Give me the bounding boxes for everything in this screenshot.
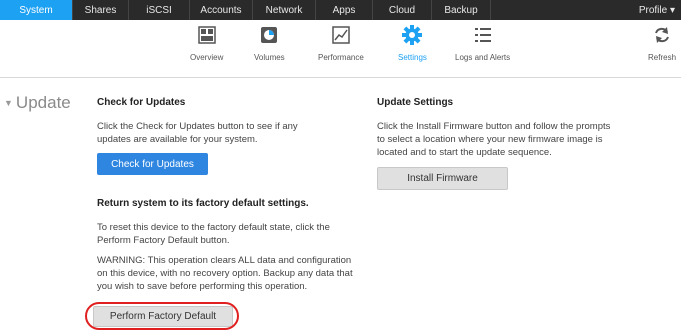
toolbar-performance-label: Performance bbox=[318, 53, 364, 62]
toolbar-volumes[interactable]: Volumes bbox=[254, 24, 285, 62]
logs-icon bbox=[472, 24, 494, 46]
performance-icon bbox=[330, 24, 352, 46]
update-settings-text-2: to select a location where your new firm… bbox=[377, 134, 603, 145]
toolbar-overview[interactable]: Overview bbox=[190, 24, 223, 62]
toolbar-overview-label: Overview bbox=[190, 53, 224, 62]
update-settings-heading: Update Settings bbox=[377, 97, 454, 108]
refresh-icon bbox=[651, 24, 673, 46]
refresh-button[interactable]: Refresh bbox=[648, 24, 676, 62]
factory-reset-warning-2: on this device, with no recovery option.… bbox=[97, 268, 353, 279]
highlight-oval bbox=[85, 302, 239, 330]
factory-reset-heading: Return system to its factory default set… bbox=[97, 198, 309, 209]
tab-cloud[interactable]: Cloud bbox=[373, 0, 432, 20]
update-section-title[interactable]: ▼ Update bbox=[4, 93, 71, 113]
settings-toolbar: Overview Volumes Performance Settings Lo… bbox=[0, 20, 681, 78]
top-nav-bar: System Shares iSCSI Accounts Network App… bbox=[0, 0, 681, 20]
volumes-icon bbox=[258, 24, 280, 46]
update-settings-text-3: located and to start the update sequence… bbox=[377, 147, 552, 158]
profile-menu[interactable]: Profile ▾ bbox=[639, 0, 681, 20]
toolbar-settings[interactable]: Settings bbox=[398, 24, 427, 62]
collapse-arrow-icon: ▼ bbox=[4, 98, 13, 108]
toolbar-volumes-label: Volumes bbox=[254, 53, 285, 62]
factory-reset-text-2: Perform Factory Default button. bbox=[97, 235, 230, 246]
toolbar-logs[interactable]: Logs and Alerts bbox=[455, 24, 510, 62]
tab-apps[interactable]: Apps bbox=[316, 0, 373, 20]
toolbar-logs-label: Logs and Alerts bbox=[455, 53, 511, 62]
factory-reset-warning-3: you wish to save before performing this … bbox=[97, 281, 308, 292]
update-settings-text-1: Click the Install Firmware button and fo… bbox=[377, 121, 611, 132]
check-updates-text-1: Click the Check for Updates button to se… bbox=[97, 121, 298, 132]
overview-icon bbox=[196, 24, 218, 46]
toolbar-performance[interactable]: Performance bbox=[318, 24, 364, 62]
check-for-updates-button[interactable]: Check for Updates bbox=[97, 153, 208, 175]
update-section-label: Update bbox=[15, 93, 71, 112]
tab-network[interactable]: Network bbox=[253, 0, 316, 20]
tab-shares[interactable]: Shares bbox=[73, 0, 129, 20]
check-updates-text-2: updates are available for your system. bbox=[97, 134, 258, 145]
tab-backup[interactable]: Backup bbox=[432, 0, 491, 20]
tab-system[interactable]: System bbox=[0, 0, 73, 20]
toolbar-settings-label: Settings bbox=[398, 53, 427, 62]
factory-reset-text-1: To reset this device to the factory defa… bbox=[97, 222, 330, 233]
tab-iscsi[interactable]: iSCSI bbox=[129, 0, 190, 20]
settings-gear-icon bbox=[401, 24, 423, 46]
check-updates-heading: Check for Updates bbox=[97, 97, 186, 108]
tab-accounts[interactable]: Accounts bbox=[190, 0, 253, 20]
factory-reset-warning-1: WARNING: This operation clears ALL data … bbox=[97, 255, 352, 266]
refresh-label: Refresh bbox=[648, 53, 677, 62]
install-firmware-button[interactable]: Install Firmware bbox=[377, 167, 508, 190]
